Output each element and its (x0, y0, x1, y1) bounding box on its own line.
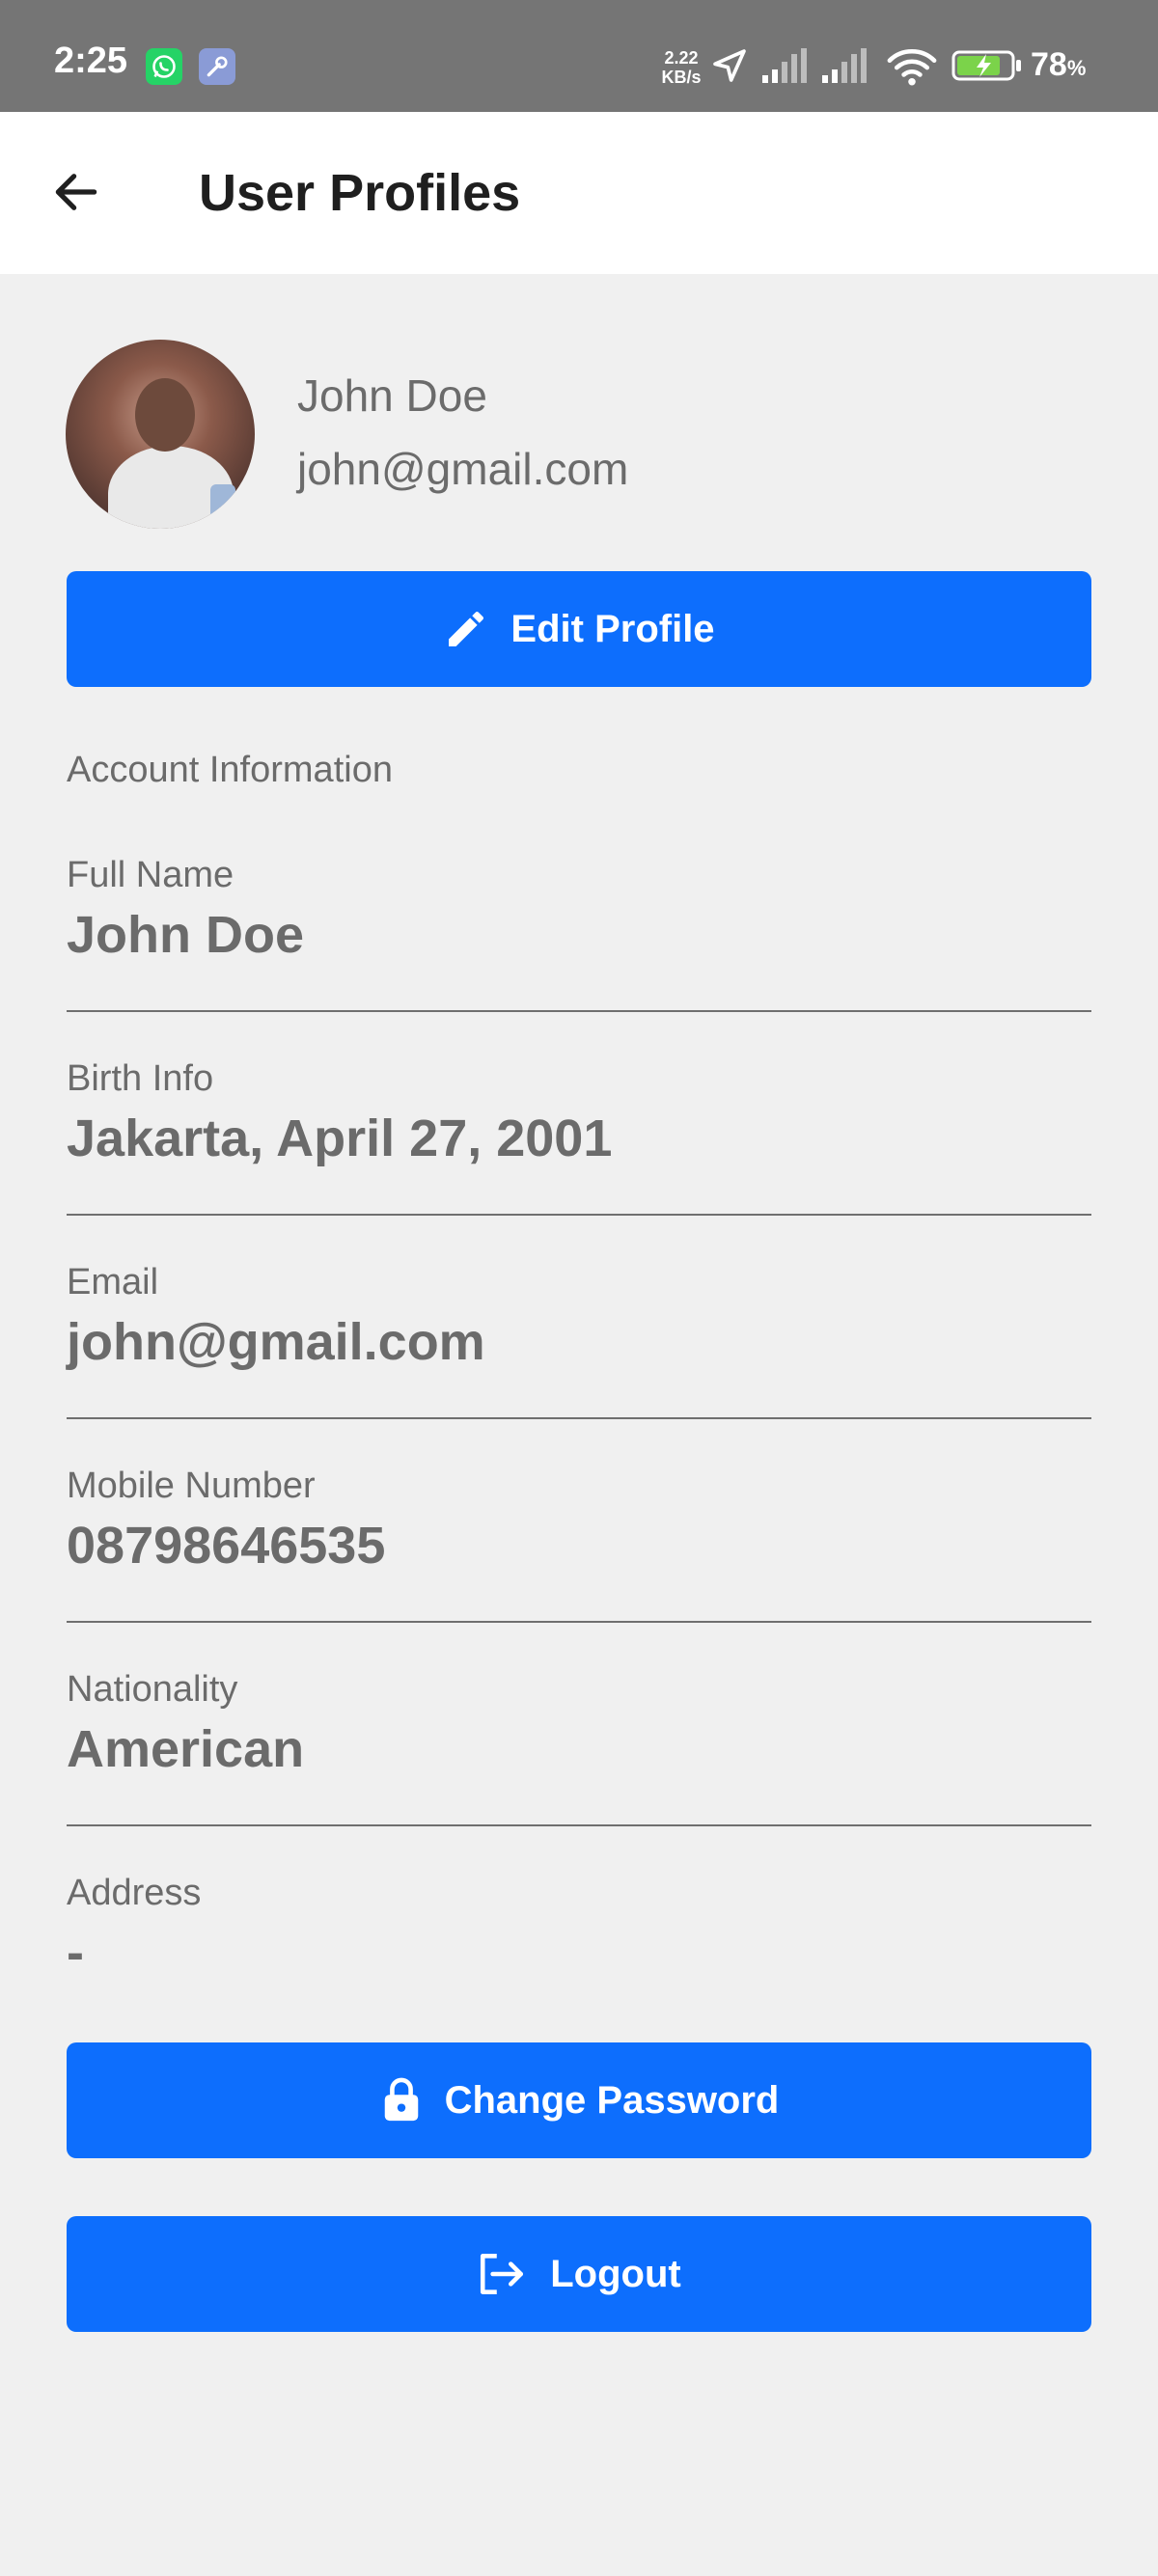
field-label: Birth Info (67, 1058, 214, 1099)
field-label: Mobile Number (67, 1466, 316, 1506)
battery-percent: 78% (1031, 48, 1086, 81)
network-speed-value: 2.22 (664, 48, 699, 68)
page-title: User Profiles (199, 164, 521, 222)
signal-icon (762, 48, 807, 83)
lock-icon (379, 2075, 424, 2125)
battery-unit: % (1066, 56, 1087, 80)
logout-icon (477, 2250, 529, 2298)
logout-label: Logout (550, 2252, 681, 2295)
whatsapp-icon (146, 48, 182, 85)
edit-profile-button[interactable]: Edit Profile (67, 571, 1091, 687)
field-value: 08798646535 (67, 1516, 386, 1575)
field-label: Nationality (67, 1669, 238, 1710)
avatar[interactable] (66, 340, 255, 529)
field-value: - (67, 1923, 84, 1982)
network-speed: 2.22 KB/s (660, 48, 703, 87)
pencil-icon (443, 606, 489, 652)
field-label: Full Name (67, 855, 234, 895)
change-password-label: Change Password (444, 2078, 780, 2122)
field-value: John Doe (67, 905, 305, 964)
logout-button[interactable]: Logout (67, 2216, 1091, 2332)
tools-icon (199, 48, 235, 85)
status-time: 2:25 (54, 41, 128, 81)
divider (67, 1417, 1091, 1419)
wifi-icon (887, 48, 937, 86)
divider (67, 1824, 1091, 1826)
location-arrow-icon (713, 49, 746, 82)
field-email: Email john@gmail.com (67, 1261, 1091, 1373)
field-full-name: Full Name John Doe (67, 854, 1091, 966)
avatar-cup (210, 484, 235, 521)
arrow-left-icon (55, 174, 97, 210)
divider (67, 1010, 1091, 1012)
field-value: john@gmail.com (67, 1312, 485, 1371)
divider (67, 1621, 1091, 1623)
change-password-button[interactable]: Change Password (67, 2042, 1091, 2158)
edit-profile-label: Edit Profile (510, 607, 715, 650)
battery-charging-icon (951, 50, 1021, 81)
field-value: Jakarta, April 27, 2001 (67, 1109, 613, 1167)
field-birth-info: Birth Info Jakarta, April 27, 2001 (67, 1057, 1091, 1169)
field-mobile-number: Mobile Number 08798646535 (67, 1465, 1091, 1576)
battery-level: 78 (1031, 46, 1067, 83)
avatar-face (135, 378, 195, 452)
profile-name: John Doe (297, 370, 487, 421)
signal-icon-2 (822, 48, 867, 83)
field-nationality: Nationality American (67, 1668, 1091, 1780)
account-section-title: Account Information (67, 750, 393, 790)
field-value: American (67, 1719, 305, 1778)
profile-email: john@gmail.com (297, 444, 629, 494)
status-bar: 2:25 2.22 KB/s 78% (0, 0, 1158, 112)
divider (67, 1214, 1091, 1216)
back-button[interactable] (44, 160, 108, 224)
network-speed-unit: KB/s (661, 68, 702, 87)
field-address: Address - (67, 1872, 1091, 1984)
field-label: Address (67, 1873, 202, 1913)
app-bar: User Profiles (0, 112, 1158, 274)
field-label: Email (67, 1262, 159, 1302)
